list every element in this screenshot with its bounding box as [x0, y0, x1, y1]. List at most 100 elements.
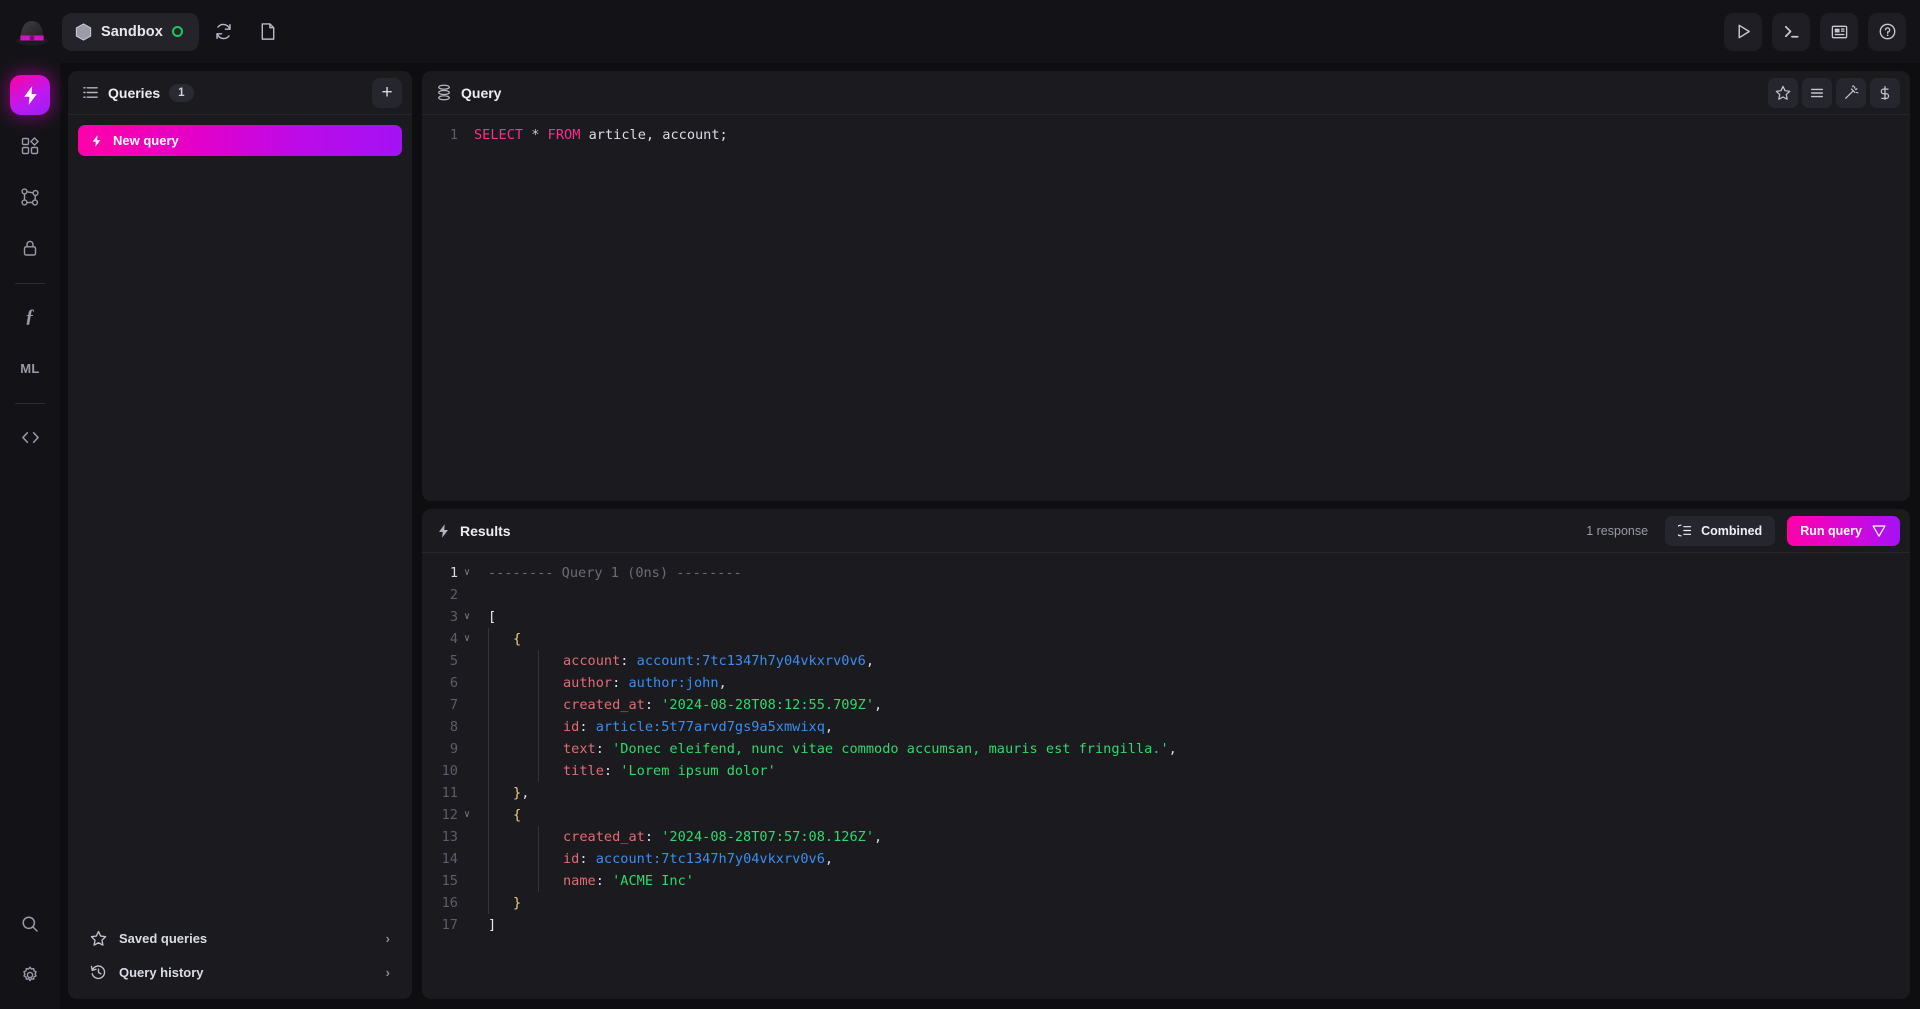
query-list-item[interactable]: New query [78, 125, 402, 156]
refresh-icon[interactable] [205, 13, 243, 51]
code-token: : [644, 697, 662, 713]
rail-item-auth[interactable] [10, 228, 50, 268]
editor-line: 6 author: author:john, [422, 672, 1910, 694]
query-panel-header: Query [422, 71, 1910, 115]
save-query-star-icon[interactable] [1768, 77, 1798, 108]
query-editor[interactable]: 1 SELECT * FROM article, account; [422, 115, 1910, 501]
editor-line: 10 title: 'Lorem ipsum dolor' [422, 760, 1910, 782]
results-panel-title: Results [460, 522, 511, 539]
results-viewer[interactable]: 1 ∨ -------- Query 1 (0ns) -------- 2 3 ∨[4 ∨{… [422, 553, 1910, 999]
history-icon [90, 964, 107, 981]
editor-line: 11}, [422, 782, 1910, 804]
editor-line: 8 id: article:5t77arvd7gs9a5xmwixq, [422, 716, 1910, 738]
code-token: ] [488, 917, 497, 933]
cube-icon [75, 22, 92, 41]
rail-item-functions[interactable]: ƒ [10, 297, 50, 337]
file-icon[interactable] [249, 13, 287, 51]
dollar-icon[interactable] [1870, 77, 1900, 108]
rail-item-code[interactable] [10, 417, 50, 457]
editor-line: 4 ∨ { [422, 628, 1910, 650]
play-icon[interactable] [1724, 12, 1762, 51]
code-token: : [595, 741, 613, 757]
run-query-button[interactable]: Run query [1787, 515, 1900, 546]
results-panel-header: Results 1 response Combined Run query [422, 509, 1910, 553]
format-query-icon[interactable] [1802, 77, 1832, 108]
query-panel-actions [1768, 77, 1900, 108]
editor-line: 7 created_at: '2024-08-28T08:12:55.709Z', [422, 694, 1910, 716]
rail-item-graph[interactable] [10, 177, 50, 217]
indent-guide [538, 826, 563, 848]
help-icon[interactable] [1868, 12, 1906, 51]
editor-line: 1 ∨ -------- Query 1 (0ns) -------- [422, 562, 1910, 584]
line-number: 10 [441, 763, 458, 779]
indent-guide [538, 694, 563, 716]
code-token: : [620, 653, 637, 669]
line-number: 15 [441, 873, 458, 889]
editor-line: 12 ∨ { [422, 804, 1910, 826]
code-token: , [874, 829, 883, 845]
editor-line-content: title: 'Lorem ipsum dolor' [474, 760, 776, 782]
editor-line-content: text: 'Donec eleifend, nunc vitae commod… [474, 738, 1177, 760]
indent-guide [488, 848, 513, 870]
terminal-icon[interactable] [1772, 12, 1810, 51]
code-token: id [563, 719, 580, 735]
query-history-button[interactable]: Query history › [78, 955, 402, 989]
fold-chevron-icon[interactable]: ∨ [460, 628, 474, 650]
line-number: 5 [449, 653, 458, 669]
code-token: , [865, 653, 875, 669]
rail-item-explorer[interactable] [10, 126, 50, 166]
query-panel-title: Query [461, 84, 502, 101]
line-number: 17 [441, 917, 458, 933]
code-token: name [563, 873, 596, 889]
code-token: } [513, 785, 522, 801]
line-number: 2 [449, 587, 458, 603]
code-token: 'ACME Inc' [612, 873, 694, 889]
editor-line: 16} [422, 892, 1910, 914]
editor-line-content: name: 'ACME Inc' [474, 870, 694, 892]
fold-chevron-icon[interactable]: ∨ [460, 606, 474, 628]
docs-icon[interactable] [1820, 12, 1858, 51]
indent-guide [538, 870, 563, 892]
query-panel: Query 1 SELECT * FROM article, account; [422, 71, 1910, 501]
chevron-right-icon: › [385, 930, 390, 946]
lightning-icon [90, 134, 103, 148]
bowler-hat-logo[interactable] [10, 12, 54, 52]
query-list-item-label: New query [113, 133, 179, 148]
search-icon[interactable] [10, 904, 50, 944]
rail-item-query[interactable] [10, 75, 50, 115]
gear-icon[interactable] [10, 955, 50, 995]
namespace-selector[interactable]: Sandbox [62, 12, 199, 51]
rail-item-ml[interactable]: ML [10, 348, 50, 388]
indent-guide [488, 738, 513, 760]
editor-line: 13 created_at: '2024-08-28T07:57:08.126Z'… [422, 826, 1910, 848]
line-number: 4 [449, 631, 458, 647]
editor-line-content: author: author:john, [474, 672, 727, 694]
combined-mode-button[interactable]: Combined [1665, 515, 1776, 546]
add-query-button[interactable]: + [372, 77, 402, 108]
code-token: : [579, 719, 596, 735]
editor-line-content: { [474, 628, 521, 650]
indent-guide [538, 672, 563, 694]
editor-line: 1 SELECT * FROM article, account; [422, 124, 1910, 146]
response-count: 1 response [1586, 523, 1649, 538]
fold-chevron-icon[interactable]: ∨ [460, 804, 474, 826]
line-number: 1 [449, 565, 458, 581]
send-icon [1871, 523, 1887, 539]
editor-line: 17] [422, 914, 1910, 936]
magic-wand-icon[interactable] [1836, 77, 1866, 108]
fold-chevron-icon[interactable]: ∨ [460, 562, 474, 584]
code-token: { [513, 631, 522, 647]
editor-line: 15 name: 'ACME Inc' [422, 870, 1910, 892]
saved-queries-button[interactable]: Saved queries › [78, 921, 402, 955]
editor-line: 9 text: 'Donec eleifend, nunc vitae commo… [422, 738, 1910, 760]
line-number: 14 [441, 851, 458, 867]
results-panel-actions: 1 response Combined Run query [1586, 515, 1900, 546]
star-icon [90, 930, 107, 947]
